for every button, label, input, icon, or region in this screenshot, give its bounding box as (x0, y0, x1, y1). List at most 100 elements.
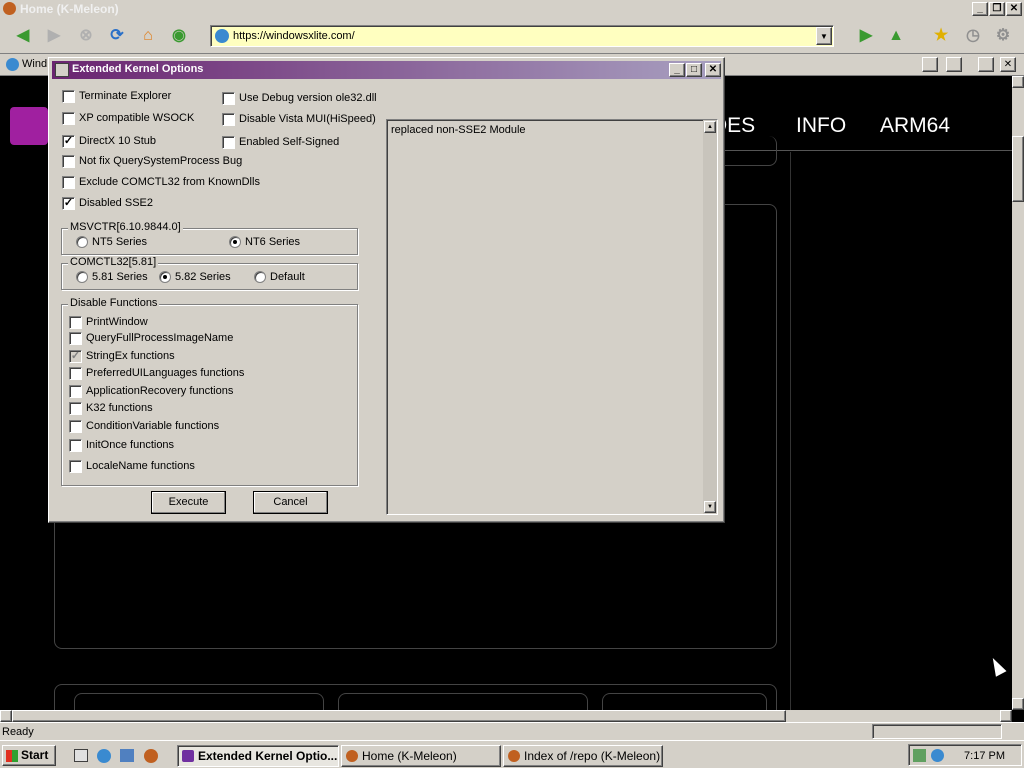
radio-dot-selected[interactable] (159, 271, 171, 283)
network-icon[interactable] (120, 749, 134, 762)
checkbox-box[interactable] (62, 155, 75, 168)
radio-dot-selected[interactable] (229, 236, 241, 248)
checkbox-label: Exclude COMCTL32 from KnownDlls (79, 176, 260, 188)
radio-dot[interactable] (254, 271, 266, 283)
checkbox-box[interactable] (222, 92, 235, 105)
checkbox-label: Not fix QuerySystemProcess Bug (79, 155, 243, 167)
checkbox-box-checked[interactable]: ✓ (62, 197, 75, 210)
ie-icon[interactable] (97, 749, 111, 763)
checkbox-label: LocaleName functions (86, 460, 195, 472)
dialog-titlebar[interactable]: Extended Kernel Options _ □ ✕ (52, 61, 721, 79)
scroll-up-icon[interactable]: ▲ (704, 121, 716, 133)
task-index-repo[interactable]: Index of /repo (K-Meleon) (503, 745, 663, 767)
dialog-maximize-button[interactable]: □ (686, 63, 702, 77)
task-label: Extended Kernel Optio... (198, 749, 338, 763)
cancel-button[interactable]: Cancel (253, 491, 328, 514)
scroll-left-icon[interactable] (0, 710, 12, 722)
tab-action-icon[interactable] (946, 57, 962, 72)
page-vertical-scrollbar[interactable] (1012, 76, 1024, 710)
tray-globe-icon[interactable] (931, 749, 944, 762)
url-bar[interactable]: https://windowsxlite.com/ ▼ (210, 25, 834, 47)
textbox-scrollbar[interactable]: ▲ ▼ (703, 120, 717, 514)
disable-functions-group: Disable Functions PrintWindow QueryFullP… (61, 297, 358, 486)
scroll-thumb[interactable] (1012, 136, 1024, 202)
checkbox-box[interactable] (62, 176, 75, 189)
scroll-up-icon[interactable] (1012, 76, 1024, 88)
checkbox-box[interactable] (69, 460, 82, 473)
kmeleon-quicklaunch-icon[interactable] (144, 749, 158, 763)
task-home-kmeleon[interactable]: Home (K-Meleon) (341, 745, 501, 767)
checkbox-box[interactable] (69, 402, 82, 415)
play-icon[interactable]: ▶ (854, 24, 878, 48)
home-icon[interactable]: ⌂ (136, 24, 160, 48)
forward-icon[interactable]: ▶ (42, 24, 66, 48)
checkbox-box[interactable] (222, 136, 235, 149)
start-button[interactable]: Start (2, 745, 56, 766)
tab-label[interactable]: Wind (22, 58, 47, 70)
bookmark-star-icon[interactable]: ★ (929, 24, 953, 48)
status-text: Ready (2, 726, 34, 738)
close-tab-icon[interactable]: ✕ (1000, 57, 1016, 72)
site-logo[interactable] (10, 107, 48, 145)
back-icon[interactable]: ◀ (11, 24, 35, 48)
checkbox-box[interactable] (69, 367, 82, 380)
reload-icon[interactable]: ⟳ (105, 24, 129, 48)
scroll-down-icon[interactable]: ▼ (704, 501, 716, 513)
radio-dot[interactable] (76, 236, 88, 248)
checkbox-label: QueryFullProcessImageName (86, 332, 234, 344)
checkbox-box[interactable] (69, 316, 82, 329)
checkbox-label: InitOnce functions (86, 439, 175, 451)
browser-title: Home (K-Meleon) (20, 2, 119, 16)
dialog-close-button[interactable]: ✕ (705, 63, 721, 77)
kmeleon-icon (346, 750, 358, 762)
dialog-minimize-button[interactable]: _ (669, 63, 685, 77)
new-tab-icon[interactable] (978, 57, 994, 72)
tab-action-icon[interactable] (922, 57, 938, 72)
scroll-down-icon[interactable] (1012, 698, 1024, 710)
radio-dot[interactable] (76, 271, 88, 283)
checkbox-label: PrintWindow (86, 316, 148, 328)
history-icon[interactable]: ◷ (961, 24, 985, 48)
comctl32-legend: COMCTL32[5.81] (68, 256, 159, 268)
stop-icon[interactable]: ⊗ (74, 24, 98, 48)
checkbox-box[interactable] (62, 90, 75, 103)
restore-button[interactable]: ❐ (989, 2, 1005, 16)
execute-button[interactable]: Execute (151, 491, 226, 514)
show-desktop-icon[interactable] (74, 749, 88, 762)
checkbox-label: Disabled SSE2 (79, 197, 153, 209)
checkbox-box[interactable] (222, 113, 235, 126)
page-horizontal-scrollbar[interactable] (0, 710, 1012, 722)
nav-item-arm64[interactable]: ARM64 (880, 114, 950, 138)
sidebar-divider (790, 152, 791, 710)
checkbox-label: DirectX 10 Stub (79, 135, 157, 147)
settings-gear-icon[interactable]: ⚙ (991, 24, 1015, 48)
radio-label: Default (270, 271, 305, 283)
close-button[interactable]: ✕ (1006, 2, 1022, 16)
extended-kernel-options-dialog: Extended Kernel Options _ □ ✕ Terminate … (48, 57, 725, 523)
checkbox-box-checked[interactable]: ✓ (62, 135, 75, 148)
task-extended-kernel-options[interactable]: Extended Kernel Optio... (177, 745, 339, 767)
windows-logo-icon (6, 750, 18, 762)
url-dropdown-icon[interactable]: ▼ (816, 27, 832, 45)
checkbox-box[interactable] (69, 420, 82, 433)
go-icon[interactable]: ◉ (167, 24, 191, 48)
scroll-right-icon[interactable] (1000, 710, 1012, 722)
tray-network-icon[interactable] (913, 749, 926, 762)
msvctr-group: MSVCTR[6.10.9844.0] NT5 Series NT6 Serie… (61, 221, 358, 255)
browser-titlebar: Home (K-Meleon) _ ❐ ✕ (0, 0, 1024, 18)
checkbox-box[interactable] (69, 385, 82, 398)
checkbox-box[interactable] (62, 112, 75, 125)
radio-label: 5.82 Series (175, 271, 231, 283)
scroll-thumb[interactable] (12, 710, 786, 722)
checkbox-box[interactable] (69, 439, 82, 452)
checkbox-label: K32 functions (86, 402, 153, 414)
start-label: Start (21, 748, 49, 762)
module-log-textbox[interactable]: replaced non-SSE2 Module ▲ ▼ (386, 119, 718, 515)
taskbar: Start Extended Kernel Optio... Home (K-M… (0, 740, 1024, 768)
minimize-button[interactable]: _ (972, 2, 988, 16)
nav-item-info[interactable]: INFO (796, 114, 846, 138)
task-label: Home (K-Meleon) (362, 749, 457, 763)
up-icon[interactable]: ▲ (884, 24, 908, 48)
checkbox-box[interactable] (69, 332, 82, 345)
checkbox-label: StringEx functions (86, 350, 175, 362)
